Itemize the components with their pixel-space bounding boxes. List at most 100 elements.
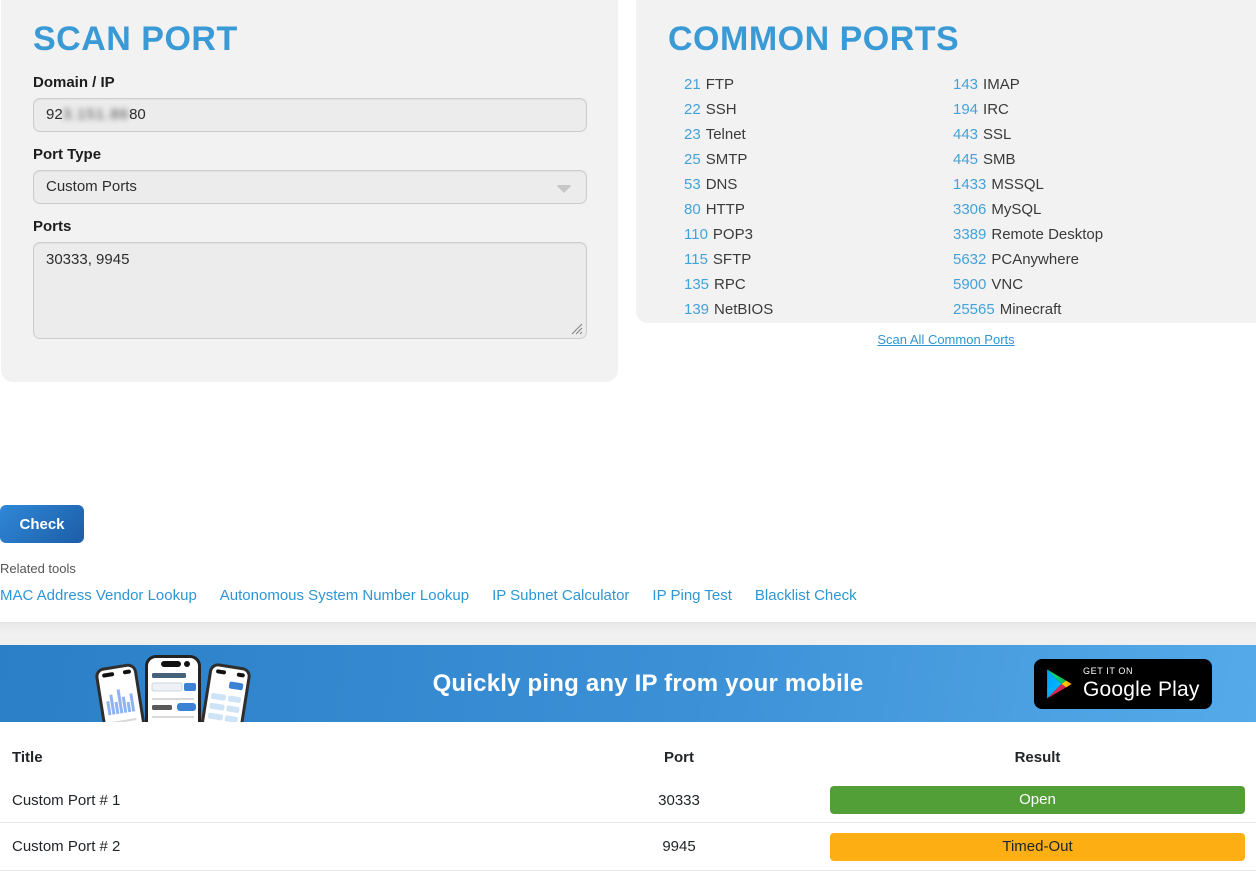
row-title: Custom Port # 2 [0,838,555,855]
port-link[interactable]: 115 [684,251,708,268]
port-link[interactable]: 445 [953,151,978,168]
port-service-name: SSH [706,101,737,118]
common-port-item: 115 SFTP [684,247,953,272]
port-service-name: MySQL [991,201,1041,218]
port-link[interactable]: 443 [953,126,978,143]
google-play-label: Google Play [1083,679,1200,700]
port-link[interactable]: 21 [684,76,701,93]
port-link[interactable]: 194 [953,101,978,118]
common-port-item: 5900 VNC [953,272,1242,297]
scan-port-title: SCAN PORT [33,18,587,60]
domain-ip-masked-value: 3.151.86 [63,106,129,123]
port-link[interactable]: 3389 [953,226,986,243]
header-result: Result [830,749,1245,766]
common-port-item: 1433 MSSQL [953,172,1242,197]
port-service-name: FTP [706,76,734,93]
link-ip-ping-test[interactable]: IP Ping Test [652,587,732,604]
resize-handle-icon[interactable] [571,323,583,335]
port-service-name: HTTP [706,201,745,218]
ports-textarea[interactable]: 30333, 9945 [33,242,587,339]
related-tools-links: MAC Address Vendor Lookup Autonomous Sys… [0,587,857,604]
chevron-down-icon [556,185,572,193]
port-link[interactable]: 1433 [953,176,986,193]
link-ip-subnet-calculator[interactable]: IP Subnet Calculator [492,587,629,604]
link-autonomous-system-number-lookup[interactable]: Autonomous System Number Lookup [220,587,469,604]
link-mac-address-vendor-lookup[interactable]: MAC Address Vendor Lookup [0,587,197,604]
common-port-item: 25565 Minecraft [953,297,1242,322]
port-link[interactable]: 135 [684,276,709,293]
header-port: Port [555,749,803,766]
status-badge: Timed-Out [830,833,1245,861]
port-link[interactable]: 53 [684,176,701,193]
port-link[interactable]: 23 [684,126,701,143]
port-service-name: MSSQL [991,176,1044,193]
row-title: Custom Port # 1 [0,792,555,809]
ports-label: Ports [33,218,587,235]
status-badge: Open [830,786,1245,814]
common-port-item: 194 IRC [953,97,1242,122]
common-port-item: 445 SMB [953,147,1242,172]
scan-all-wrap: Scan All Common Ports [636,331,1256,349]
ports-value: 30333, 9945 [46,251,129,268]
port-service-name: SMB [983,151,1016,168]
common-port-item: 443 SSL [953,122,1242,147]
port-link[interactable]: 80 [684,201,701,218]
port-service-name: VNC [991,276,1023,293]
row-port: 9945 [555,838,803,855]
port-link[interactable]: 25 [684,151,701,168]
port-link[interactable]: 5900 [953,276,986,293]
google-play-badge-text: GET IT ON Google Play [1083,667,1200,700]
common-port-item: 143IMAP [953,72,1242,97]
port-service-name: RPC [714,276,746,293]
scan-port-panel: SCAN PORT Domain / IP 923.151.8680 Port … [1,0,618,382]
domain-ip-input[interactable]: 923.151.8680 [33,98,587,132]
port-service-name: IRC [983,101,1009,118]
scan-results-table: Title Port Result Custom Port # 1 30333 … [0,736,1256,871]
port-service-name: Remote Desktop [991,226,1103,243]
common-port-item: 139 NetBIOS [684,297,953,322]
common-port-item: 3306 MySQL [953,197,1242,222]
port-link[interactable]: 5632 [953,251,986,268]
common-port-item: 110 POP3 [684,222,953,247]
google-play-get-it-on: GET IT ON [1083,667,1200,676]
port-service-name: NetBIOS [714,301,773,318]
common-port-item: 21 FTP [684,72,953,97]
common-port-item: 23 Telnet [684,122,953,147]
port-type-select[interactable]: Custom Ports [33,170,587,204]
port-service-name: DNS [706,176,738,193]
port-link[interactable]: 3306 [953,201,986,218]
common-port-item: 3389 Remote Desktop [953,222,1242,247]
port-type-label: Port Type [33,146,587,163]
header-title: Title [0,749,555,766]
port-link[interactable]: 143 [953,76,978,93]
port-service-name: PCAnywhere [991,251,1079,268]
phones-illustration-image [0,651,262,722]
common-ports-grid: 21FTP 22SSH 23Telnet 25SMTP 53DNS 80HTTP… [684,72,1242,322]
port-service-name: SFTP [713,251,751,268]
page: SCAN PORT Domain / IP 923.151.8680 Port … [0,0,1256,875]
common-port-item: 53 DNS [684,172,953,197]
section-divider-band [0,622,1256,645]
port-link[interactable]: 25565 [953,301,995,318]
common-ports-column-1: 21FTP 22SSH 23Telnet 25SMTP 53DNS 80HTTP… [684,72,953,322]
domain-ip-label: Domain / IP [33,74,587,91]
common-port-item: 22 SSH [684,97,953,122]
port-service-name: Telnet [706,126,746,143]
google-play-badge[interactable]: GET IT ON Google Play [1034,659,1212,709]
port-link[interactable]: 139 [684,301,709,318]
port-link[interactable]: 22 [684,101,701,118]
common-port-item: 135 RPC [684,272,953,297]
row-port: 30333 [555,792,803,809]
common-port-item: 5632 PCAnywhere [953,247,1242,272]
link-blacklist-check[interactable]: Blacklist Check [755,587,857,604]
port-service-name: Minecraft [1000,301,1062,318]
common-ports-panel: COMMON PORTS 21FTP 22SSH 23Telnet 25SMTP… [636,0,1256,323]
scan-all-common-ports-link[interactable]: Scan All Common Ports [877,332,1014,347]
port-service-name: POP3 [713,226,753,243]
mobile-app-promo-banner: Quickly ping any IP from your mobile [0,645,1256,722]
port-link[interactable]: 110 [684,226,708,243]
port-service-name: SSL [983,126,1011,143]
common-ports-title: COMMON PORTS [668,18,1242,60]
domain-ip-value-start: 92 [46,106,63,123]
check-button[interactable]: Check [0,505,84,543]
